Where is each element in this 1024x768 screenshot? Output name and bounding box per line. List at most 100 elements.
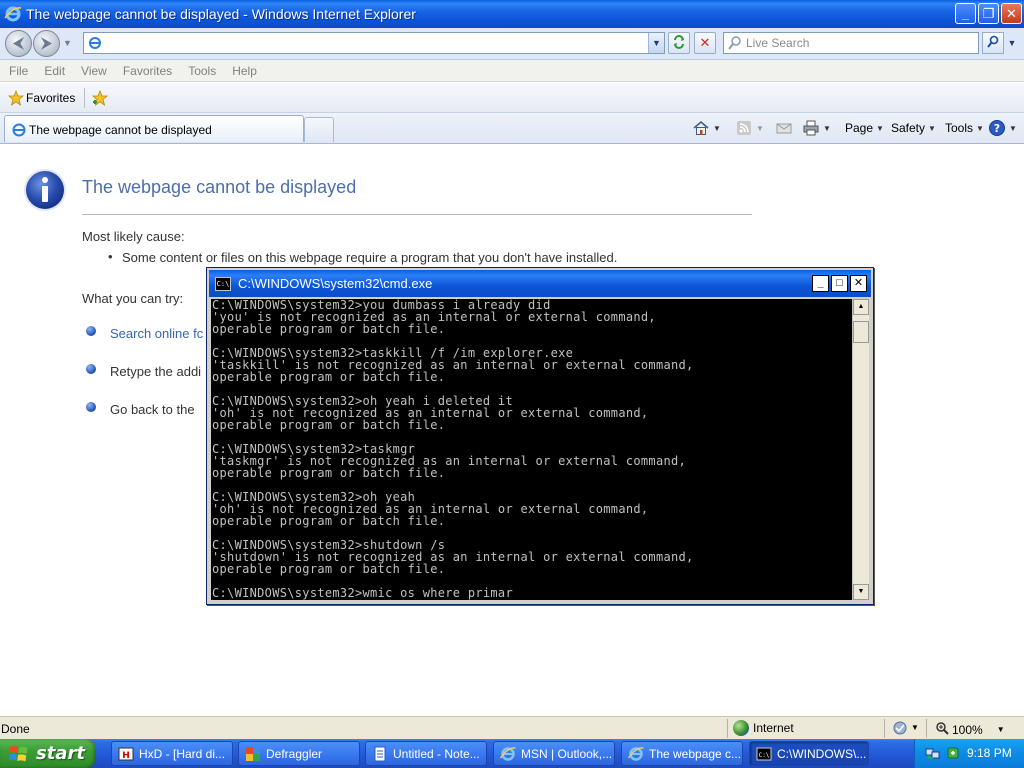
tools-menu-button[interactable]: Tools ▼ — [945, 117, 984, 139]
window-title: The webpage cannot be displayed - Window… — [26, 6, 416, 22]
status-separator — [926, 719, 927, 738]
internet-explorer-icon — [4, 5, 22, 23]
task-msn-outlook[interactable]: MSN | Outlook,... — [493, 741, 615, 766]
address-field[interactable]: ▼ — [83, 32, 665, 54]
cmd-maximize-button[interactable]: □ — [831, 275, 848, 292]
feeds-button[interactable]: ▼ — [735, 117, 764, 139]
page-menu-arrow-icon: ▼ — [876, 123, 884, 133]
protected-mode-dropdown-icon[interactable]: ▼ — [911, 723, 919, 732]
ie-title-bar[interactable]: The webpage cannot be displayed - Window… — [0, 0, 1024, 28]
tab-label: The webpage cannot be displayed — [29, 123, 212, 137]
refresh-button[interactable] — [668, 32, 690, 54]
menu-edit[interactable]: Edit — [44, 64, 65, 78]
search-options-dropdown-icon[interactable]: ▼ — [1005, 32, 1019, 54]
menu-help[interactable]: Help — [232, 64, 257, 78]
task-cmd[interactable]: C:\ C:\WINDOWS\... — [749, 741, 869, 766]
cmd-minimize-button[interactable]: _ — [812, 275, 829, 292]
stop-button[interactable]: ✕ — [694, 32, 716, 54]
menu-favorites[interactable]: Favorites — [123, 64, 172, 78]
safety-menu-label: Safety — [891, 121, 926, 135]
task-ie-webpage[interactable]: The webpage c... — [621, 741, 743, 766]
tab-page-icon — [11, 122, 27, 138]
start-label: start — [36, 743, 85, 764]
scroll-up-icon[interactable]: ▲ — [853, 299, 869, 315]
zoom-level: 100% — [952, 722, 983, 737]
try-heading: What you can try: — [82, 291, 184, 306]
minimize-button[interactable]: _ — [955, 3, 976, 24]
clock: 9:18 PM — [967, 746, 1012, 760]
refresh-icon — [672, 34, 686, 52]
help-button[interactable]: ? ▼ — [988, 117, 1017, 139]
back-button[interactable]: ⮜ — [5, 30, 32, 57]
cmd-title-bar[interactable]: C:\ C:\WINDOWS\system32\cmd.exe _ □ ✕ — [209, 270, 871, 297]
home-button[interactable]: ▼ — [692, 117, 721, 139]
favorites-bar: Favorites — [0, 83, 1024, 113]
network-icon[interactable] — [925, 745, 941, 761]
mail-icon — [775, 119, 793, 137]
protected-mode-icon[interactable] — [892, 720, 908, 736]
start-button[interactable]: start — [0, 739, 96, 768]
cmd-close-button[interactable]: ✕ — [850, 275, 867, 292]
close-icon: ✕ — [1006, 6, 1017, 21]
svg-text:H: H — [122, 751, 130, 761]
task-label: C:\WINDOWS\... — [777, 746, 867, 761]
cmd-icon: C:\ — [215, 276, 231, 291]
globe-icon — [733, 720, 749, 736]
tools-menu-arrow-icon: ▼ — [976, 123, 984, 133]
status-separator — [727, 719, 728, 738]
help-icon: ? — [988, 119, 1006, 137]
task-label: Defraggler — [266, 746, 323, 761]
favorites-button[interactable]: Favorites — [26, 91, 75, 105]
zoom-dropdown-icon: ▼ — [996, 725, 1005, 734]
menu-file[interactable]: File — [9, 64, 28, 78]
task-hxd[interactable]: H HxD - [Hard di... — [111, 741, 233, 766]
task-label: Untitled - Note... — [393, 746, 480, 761]
new-tab-button[interactable] — [304, 117, 334, 142]
close-icon: ✕ — [853, 277, 864, 289]
tools-menu-label: Tools — [945, 121, 974, 135]
safely-remove-icon[interactable] — [945, 745, 961, 761]
search-provider-icon — [727, 35, 743, 51]
title-divider — [82, 214, 752, 215]
menu-view[interactable]: View — [81, 64, 107, 78]
windows-logo-icon — [9, 744, 29, 764]
add-to-favorites-bar-icon[interactable] — [91, 89, 109, 106]
favorites-star-icon[interactable] — [7, 89, 25, 106]
scroll-down-icon[interactable]: ▼ — [853, 584, 869, 600]
console-scrollbar[interactable]: ▲ ▼ — [852, 299, 869, 600]
cmd-window[interactable]: C:\ C:\WINDOWS\system32\cmd.exe _ □ ✕ C:… — [206, 267, 874, 605]
read-mail-button[interactable] — [775, 117, 793, 139]
address-dropdown-icon[interactable]: ▼ — [648, 33, 664, 53]
security-zone[interactable]: Internet — [733, 720, 794, 736]
recent-pages-dropdown-icon[interactable]: ▼ — [63, 38, 72, 48]
print-button[interactable]: ▼ — [802, 117, 831, 139]
hxd-icon: H — [118, 746, 134, 762]
status-bar: Done Internet ▼ 100% ▼ — [0, 716, 1024, 739]
option-bullet-icon — [86, 364, 96, 374]
task-notepad[interactable]: Untitled - Note... — [365, 741, 487, 766]
menu-tools[interactable]: Tools — [188, 64, 216, 78]
tab-webpage-cannot-be-displayed[interactable]: The webpage cannot be displayed — [4, 115, 304, 142]
page-menu-label: Page — [845, 121, 874, 135]
search-button[interactable] — [982, 32, 1004, 54]
cause-heading: Most likely cause: — [82, 229, 185, 244]
stop-icon: ✕ — [699, 35, 711, 50]
restore-button[interactable]: ❐ — [978, 3, 999, 24]
scroll-thumb[interactable] — [853, 321, 869, 343]
taskbar: start H HxD - [Hard di... Defraggler Unt… — [0, 739, 1024, 768]
page-menu-button[interactable]: Page ▼ — [845, 117, 884, 139]
svg-text:?: ? — [994, 122, 1000, 135]
safety-menu-button[interactable]: Safety ▼ — [891, 117, 936, 139]
forward-arrow-icon: ⮞ — [40, 34, 53, 52]
search-online-link[interactable]: Search online fc — [110, 326, 203, 341]
close-button[interactable]: ✕ — [1001, 3, 1022, 24]
search-input[interactable] — [746, 35, 974, 51]
go-back-option: Go back to the — [110, 402, 195, 417]
task-label: The webpage c... — [649, 746, 742, 761]
live-search-box[interactable] — [723, 32, 979, 54]
back-arrow-icon: ⮜ — [12, 34, 25, 52]
task-defraggler[interactable]: Defraggler — [238, 741, 360, 766]
forward-button[interactable]: ⮞ — [33, 30, 60, 57]
zoom-control[interactable]: 100% ▼ — [935, 721, 1005, 738]
console-output[interactable]: C:\WINDOWS\system32>you dumbass i alread… — [211, 299, 852, 600]
